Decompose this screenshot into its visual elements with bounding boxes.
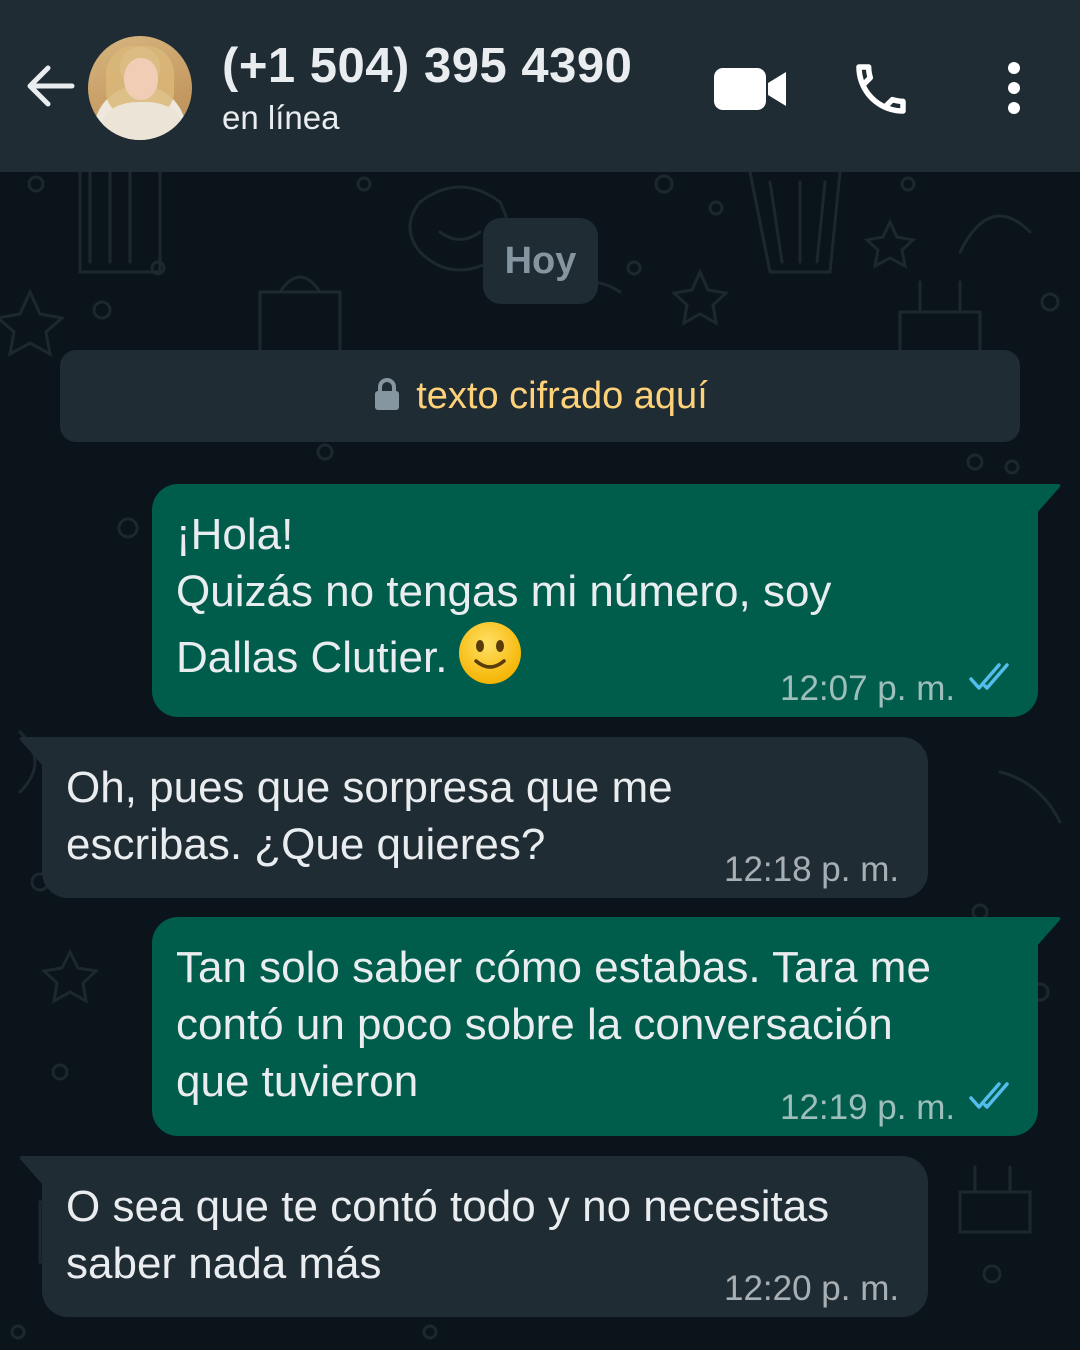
lock-icon — [375, 378, 400, 410]
message-text: Oh, pues que sorpresa que me escribas. ¿… — [66, 763, 673, 869]
message-bubble-outgoing[interactable]: ¡Hola! Quizás no tengas mi número, soy D… — [152, 484, 1038, 717]
message-time: 12:18 p. m. — [724, 850, 900, 889]
date-chip: Hoy — [483, 218, 598, 304]
phone-icon[interactable] — [848, 56, 914, 122]
bubble-tail — [1036, 917, 1061, 947]
message-bubble-outgoing[interactable]: Tan solo saber cómo estabas. Tara me con… — [152, 917, 1038, 1136]
message-text: ¡Hola! Quizás no tengas mi número, soy D… — [176, 506, 831, 686]
more-vert-icon[interactable] — [990, 56, 1038, 122]
bubble-tail — [19, 1156, 44, 1186]
avatar[interactable] — [88, 36, 192, 140]
back-arrow-icon[interactable] — [22, 58, 78, 114]
encryption-notice-text: texto cifrado aquí — [416, 374, 708, 417]
avatar-sweater — [102, 102, 182, 140]
bubble-tail — [1036, 484, 1061, 514]
bubble-tail — [19, 737, 44, 767]
encryption-notice[interactable]: texto cifrado aquí — [60, 350, 1020, 442]
message-time: 12:19 p. m. — [780, 1088, 956, 1127]
message-bubble-incoming[interactable]: O sea que te contó todo y no necesitas s… — [42, 1156, 928, 1317]
avatar-face — [124, 58, 158, 100]
read-receipt-icon — [969, 1082, 1009, 1109]
chat-area[interactable]: Hoy texto cifrado aquí ¡Hola! Quizás no … — [0, 172, 1080, 1350]
chat-header: (+1 504) 395 4390 en línea — [0, 0, 1080, 172]
video-call-icon[interactable] — [712, 62, 790, 116]
read-receipt-icon — [969, 663, 1009, 690]
message-time: 12:20 p. m. — [724, 1269, 900, 1308]
slightly-smiling-face-emoji-icon — [459, 622, 522, 684]
contact-status: en línea — [222, 99, 340, 136]
message-text: O sea que te contó todo y no necesitas s… — [66, 1182, 830, 1288]
contact-name[interactable]: (+1 504) 395 4390 — [222, 38, 632, 94]
message-bubble-incoming[interactable]: Oh, pues que sorpresa que me escribas. ¿… — [42, 737, 928, 898]
message-time: 12:07 p. m. — [780, 669, 956, 708]
